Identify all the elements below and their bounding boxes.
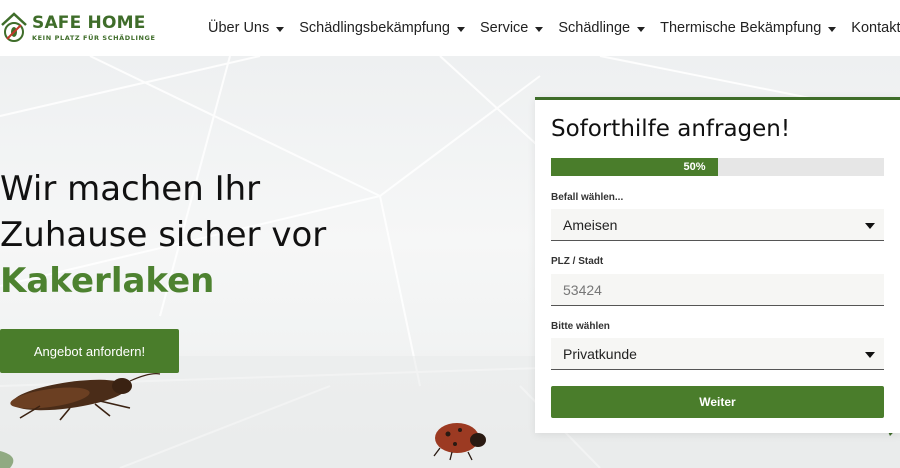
- main-nav: Über Uns Schädlingsbekämpfung Service Sc…: [208, 17, 900, 39]
- headline-highlight: Kakerlaken: [0, 261, 215, 301]
- nav-item-schaedlinge[interactable]: Schädlinge: [558, 20, 646, 36]
- infestation-select[interactable]: Ameisen: [551, 209, 884, 241]
- nav-label: Schädlinge: [558, 20, 631, 36]
- headline-line-1: Wir machen Ihr: [0, 169, 261, 209]
- zip-city-input[interactable]: 53424: [551, 274, 884, 306]
- hero-headline: Wir machen Ihr Zuhause sicher vor Kakerl…: [0, 166, 326, 304]
- nav-label: Service: [480, 20, 529, 36]
- chevron-down-icon: [535, 26, 544, 32]
- nav-label: Über Uns: [208, 20, 270, 36]
- nav-label: Kontakt: [851, 20, 900, 36]
- progress-text: 50%: [683, 161, 706, 173]
- brand-tagline: KEIN PLATZ FÜR SCHÄDLINGE: [32, 34, 156, 42]
- progress-bar: 50%: [551, 158, 884, 176]
- logo[interactable]: SAFE HOME KEIN PLATZ FÜR SCHÄDLINGE: [0, 8, 156, 48]
- site-header: SAFE HOME KEIN PLATZ FÜR SCHÄDLINGE Über…: [0, 0, 900, 56]
- chevron-down-icon: [457, 26, 465, 32]
- chevron-down-icon: [828, 26, 837, 32]
- nav-label: Schädlingsbekämpfung: [299, 20, 450, 36]
- nav-item-service[interactable]: Service: [480, 20, 544, 36]
- infestation-value: Ameisen: [563, 216, 618, 233]
- zip-city-label: PLZ / Stadt: [551, 256, 604, 267]
- quick-help-form: Soforthilfe anfragen! 50% Befall wählen.…: [535, 97, 900, 433]
- chevron-down-icon: [637, 26, 646, 32]
- customer-type-value: Privatkunde: [563, 345, 637, 362]
- chevron-down-icon: [276, 26, 285, 32]
- brand-name: SAFE HOME: [32, 13, 146, 33]
- headline-line-2: Zuhause sicher vor: [0, 215, 327, 255]
- customer-type-label: Bitte wählen: [551, 321, 610, 332]
- nav-item-kontakt[interactable]: Kontakt: [851, 20, 900, 36]
- chevron-down-icon: [865, 223, 875, 229]
- form-title: Soforthilfe anfragen!: [551, 116, 791, 142]
- nav-label: Thermische Bekämpfung: [660, 20, 822, 36]
- customer-type-select[interactable]: Privatkunde: [551, 338, 884, 370]
- nav-item-ueber-uns[interactable]: Über Uns: [208, 20, 285, 36]
- house-bug-logo-icon: [1, 12, 27, 42]
- nav-item-schaedlingsbekaempfung[interactable]: Schädlingsbekämpfung: [299, 20, 465, 36]
- request-offer-button[interactable]: Angebot anfordern!: [0, 329, 179, 373]
- infestation-label: Befall wählen...: [551, 192, 624, 203]
- next-button[interactable]: Weiter: [551, 386, 884, 418]
- nav-item-thermische-bekaempfung[interactable]: Thermische Bekämpfung: [660, 20, 837, 36]
- chevron-down-icon: [865, 352, 875, 358]
- zip-city-placeholder: 53424: [563, 281, 602, 298]
